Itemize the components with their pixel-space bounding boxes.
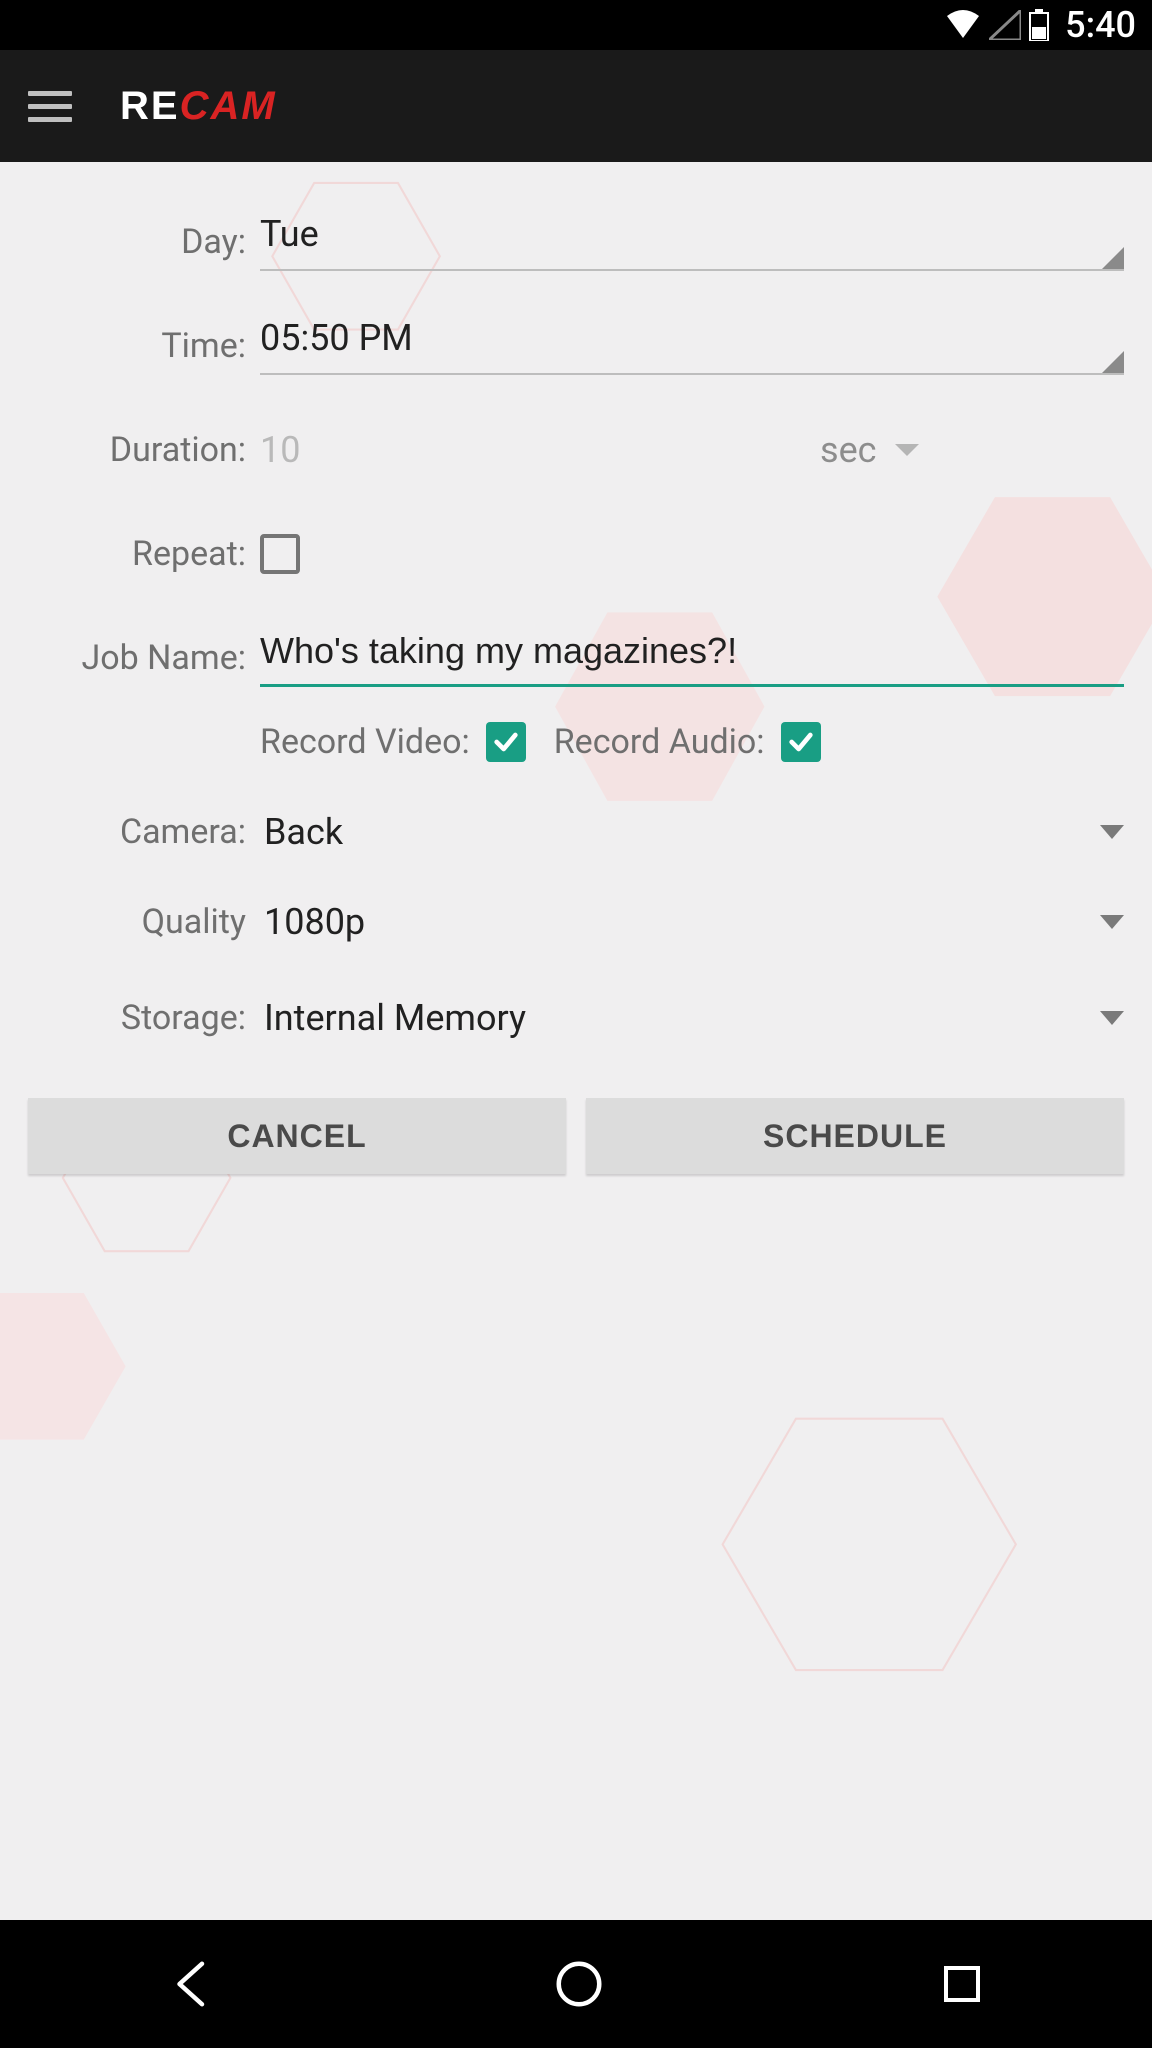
duration-input[interactable]: 10: [260, 429, 820, 471]
camera-label: Camera:: [28, 812, 260, 852]
repeat-row: Repeat:: [28, 514, 1124, 594]
jobname-row: Job Name:: [28, 618, 1124, 698]
day-spinner[interactable]: Tue: [260, 213, 1124, 271]
chevron-down-icon: [1100, 1011, 1124, 1025]
spinner-caret-icon: [1102, 247, 1124, 269]
recent-apps-button[interactable]: [938, 1960, 986, 2008]
status-bar: 5:40: [0, 0, 1152, 50]
cell-signal-icon: [989, 10, 1021, 40]
day-label: Day:: [28, 222, 260, 262]
cancel-button[interactable]: CANCEL: [28, 1098, 566, 1174]
battery-icon: [1029, 9, 1049, 41]
time-label: Time:: [28, 326, 260, 366]
duration-unit-dropdown[interactable]: sec: [820, 429, 919, 471]
home-button[interactable]: [552, 1957, 606, 2011]
record-audio-label: Record Audio:: [554, 722, 765, 762]
day-value: Tue: [260, 213, 319, 255]
back-button[interactable]: [166, 1957, 220, 2011]
wifi-icon: [945, 10, 981, 40]
nav-bar: [0, 1920, 1152, 2048]
time-spinner[interactable]: 05:50 PM: [260, 317, 1124, 375]
storage-dropdown[interactable]: Internal Memory: [260, 997, 1124, 1039]
schedule-button[interactable]: SCHEDULE: [586, 1098, 1124, 1174]
time-value: 05:50 PM: [260, 317, 413, 359]
duration-unit-value: sec: [820, 429, 877, 471]
chevron-down-icon: [1100, 915, 1124, 929]
chevron-down-icon: [1100, 825, 1124, 839]
quality-label: Quality: [28, 902, 260, 942]
camera-dropdown[interactable]: Back: [260, 811, 1124, 853]
record-video-checkbox[interactable]: [486, 722, 526, 762]
quality-dropdown[interactable]: 1080p: [260, 901, 1124, 943]
app-bar: RECAM: [0, 50, 1152, 162]
chevron-down-icon: [895, 444, 919, 456]
record-video-label: Record Video:: [260, 722, 470, 762]
storage-value: Internal Memory: [264, 997, 526, 1039]
repeat-checkbox[interactable]: [260, 534, 300, 574]
duration-label: Duration:: [28, 430, 260, 470]
content-area: Day: Tue Time: 05:50 PM: [0, 162, 1152, 1920]
storage-row: Storage: Internal Memory: [28, 978, 1124, 1058]
camera-row: Camera: Back: [28, 792, 1124, 872]
status-time: 5:40: [1065, 4, 1136, 46]
record-options-row: Record Video: Record Audio:: [260, 722, 1124, 762]
repeat-label: Repeat:: [28, 534, 260, 574]
camera-value: Back: [264, 811, 343, 853]
duration-row: Duration: 10 sec: [28, 410, 1124, 490]
button-row: CANCEL SCHEDULE: [28, 1098, 1124, 1174]
spinner-caret-icon: [1102, 351, 1124, 373]
day-row: Day: Tue: [28, 202, 1124, 282]
jobname-input[interactable]: [260, 630, 1124, 687]
jobname-label: Job Name:: [28, 638, 260, 678]
record-audio-checkbox[interactable]: [781, 722, 821, 762]
app-logo: RECAM: [120, 84, 277, 129]
storage-label: Storage:: [28, 998, 260, 1038]
quality-value: 1080p: [264, 901, 365, 943]
quality-row: Quality 1080p: [28, 882, 1124, 962]
menu-icon[interactable]: [28, 91, 72, 122]
time-row: Time: 05:50 PM: [28, 306, 1124, 386]
